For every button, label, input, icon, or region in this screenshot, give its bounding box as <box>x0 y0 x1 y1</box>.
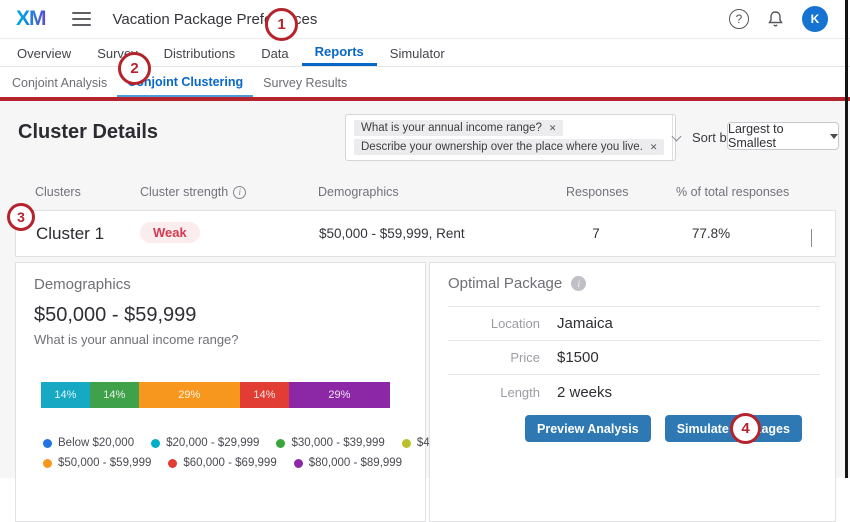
info-icon[interactable]: i <box>571 276 586 291</box>
cluster-responses: 7 <box>571 226 621 241</box>
column-header-clusters: Clusters <box>35 185 81 199</box>
attribute-value: 2 weeks <box>557 384 612 401</box>
demographics-panel: Demographics $50,000 - $59,999 What is y… <box>15 262 426 522</box>
xm-logo: XM <box>16 7 46 31</box>
filter-chip[interactable]: Describe your ownership over the place w… <box>354 139 664 155</box>
bar-segment[interactable]: 14% <box>240 382 289 408</box>
page-title: Cluster Details <box>18 121 158 144</box>
column-header-label: Cluster strength <box>140 185 228 199</box>
legend-item: $50,000 - $59,999 <box>43 457 151 469</box>
tab-distributions[interactable]: Distributions <box>151 40 249 66</box>
legend-dot-icon <box>43 459 52 468</box>
help-icon[interactable]: ? <box>729 9 749 29</box>
remove-chip-icon[interactable]: ✕ <box>650 142 658 153</box>
cluster-name: Cluster 1 <box>36 224 104 244</box>
annotation-circle-3: 3 <box>7 203 35 231</box>
subtab-conjoint-analysis[interactable]: Conjoint Analysis <box>2 68 117 97</box>
legend-label: $20,000 - $29,999 <box>166 437 259 449</box>
subtab-survey-results[interactable]: Survey Results <box>253 68 357 97</box>
demographics-top-value: $50,000 - $59,999 <box>34 304 196 327</box>
tab-simulator[interactable]: Simulator <box>377 40 458 66</box>
legend-item: Below $20,000 <box>43 437 134 449</box>
filter-chip-label: What is your annual income range? <box>361 122 542 134</box>
optimal-package-attributes: Location Jamaica Price $1500 Length 2 we… <box>448 306 820 409</box>
filter-chip-label: Describe your ownership over the place w… <box>361 141 643 153</box>
attribute-row-location: Location Jamaica <box>448 307 820 341</box>
app-header: XM Vacation Package Preferences ? K <box>0 0 850 39</box>
caret-down-icon <box>830 134 838 139</box>
demographics-filter-select[interactable]: What is your annual income range? ✕ Desc… <box>345 114 676 161</box>
user-avatar[interactable]: K <box>802 6 828 32</box>
legend-dot-icon <box>276 439 285 448</box>
annotation-circle-2: 2 <box>118 52 151 85</box>
attribute-label: Location <box>448 316 540 331</box>
attribute-label: Length <box>448 385 540 400</box>
legend-item: $60,000 - $69,999 <box>168 457 276 469</box>
column-header-demographics: Demographics <box>318 185 399 199</box>
remove-chip-icon[interactable]: ✕ <box>549 123 557 134</box>
legend-item: $30,000 - $39,999 <box>276 437 384 449</box>
notifications-bell-icon[interactable] <box>767 10 784 28</box>
bar-segment[interactable]: 29% <box>289 382 390 408</box>
sort-order-dropdown[interactable]: Largest to Smallest <box>727 122 839 150</box>
legend-label: $60,000 - $69,999 <box>183 457 276 469</box>
legend-dot-icon <box>151 439 160 448</box>
attribute-label: Price <box>448 350 540 365</box>
column-header-pct-total: % of total responses <box>676 185 789 199</box>
collapse-row-chevron-icon[interactable] <box>811 229 812 247</box>
income-distribution-stacked-bar: 14% 14% 29% 14% 29% <box>41 382 390 408</box>
hamburger-menu-icon[interactable] <box>72 12 91 26</box>
sort-order-value: Largest to Smallest <box>728 122 823 150</box>
legend-item: $80,000 - $89,999 <box>294 457 402 469</box>
filter-chip[interactable]: What is your annual income range? ✕ <box>354 120 563 136</box>
tab-reports[interactable]: Reports <box>302 40 377 66</box>
bar-segment[interactable]: 29% <box>139 382 240 408</box>
legend-label: $80,000 - $89,999 <box>309 457 402 469</box>
cluster-pct-total: 77.8% <box>671 226 751 241</box>
attribute-row-length: Length 2 weeks <box>448 375 820 409</box>
tab-overview[interactable]: Overview <box>4 40 84 66</box>
legend-dot-icon <box>168 459 177 468</box>
preview-analysis-button[interactable]: Preview Analysis <box>525 415 651 442</box>
attribute-value: $1500 <box>557 349 599 366</box>
tab-data[interactable]: Data <box>248 40 301 66</box>
column-header-responses: Responses <box>566 185 629 199</box>
bar-segment[interactable]: 14% <box>90 382 139 408</box>
annotation-red-line <box>0 97 850 101</box>
screenshot-right-edge <box>845 0 848 478</box>
annotation-circle-1: 1 <box>265 8 298 41</box>
legend-item: $20,000 - $29,999 <box>151 437 259 449</box>
filter-dropdown-toggle[interactable] <box>672 115 680 160</box>
column-header-cluster-strength: Cluster strength i <box>140 185 246 199</box>
legend-label: $30,000 - $39,999 <box>291 437 384 449</box>
demographics-question: What is your annual income range? <box>34 332 239 347</box>
attribute-row-price: Price $1500 <box>448 341 820 375</box>
demographics-panel-title: Demographics <box>34 276 131 293</box>
legend-label: $50,000 - $59,999 <box>58 457 151 469</box>
optimal-package-title: Optimal Package <box>448 275 562 292</box>
legend-dot-icon <box>43 439 52 448</box>
info-icon[interactable]: i <box>233 186 246 199</box>
bar-segment[interactable]: 14% <box>41 382 90 408</box>
annotation-circle-4: 4 <box>730 413 761 444</box>
cluster-strength-badge: Weak <box>140 222 200 243</box>
cluster-demographics: $50,000 - $59,999, Rent <box>319 226 465 241</box>
legend-dot-icon <box>294 459 303 468</box>
table-row-cluster-1[interactable]: Cluster 1 Weak $50,000 - $59,999, Rent 7… <box>15 210 836 257</box>
legend-dot-icon <box>402 439 411 448</box>
attribute-value: Jamaica <box>557 315 613 332</box>
cluster-details-page: Cluster Details What is your annual inco… <box>0 101 850 478</box>
optimal-package-panel: Optimal Package i Location Jamaica Price… <box>429 262 836 522</box>
legend-label: Below $20,000 <box>58 437 134 449</box>
chevron-down-icon <box>672 131 682 141</box>
